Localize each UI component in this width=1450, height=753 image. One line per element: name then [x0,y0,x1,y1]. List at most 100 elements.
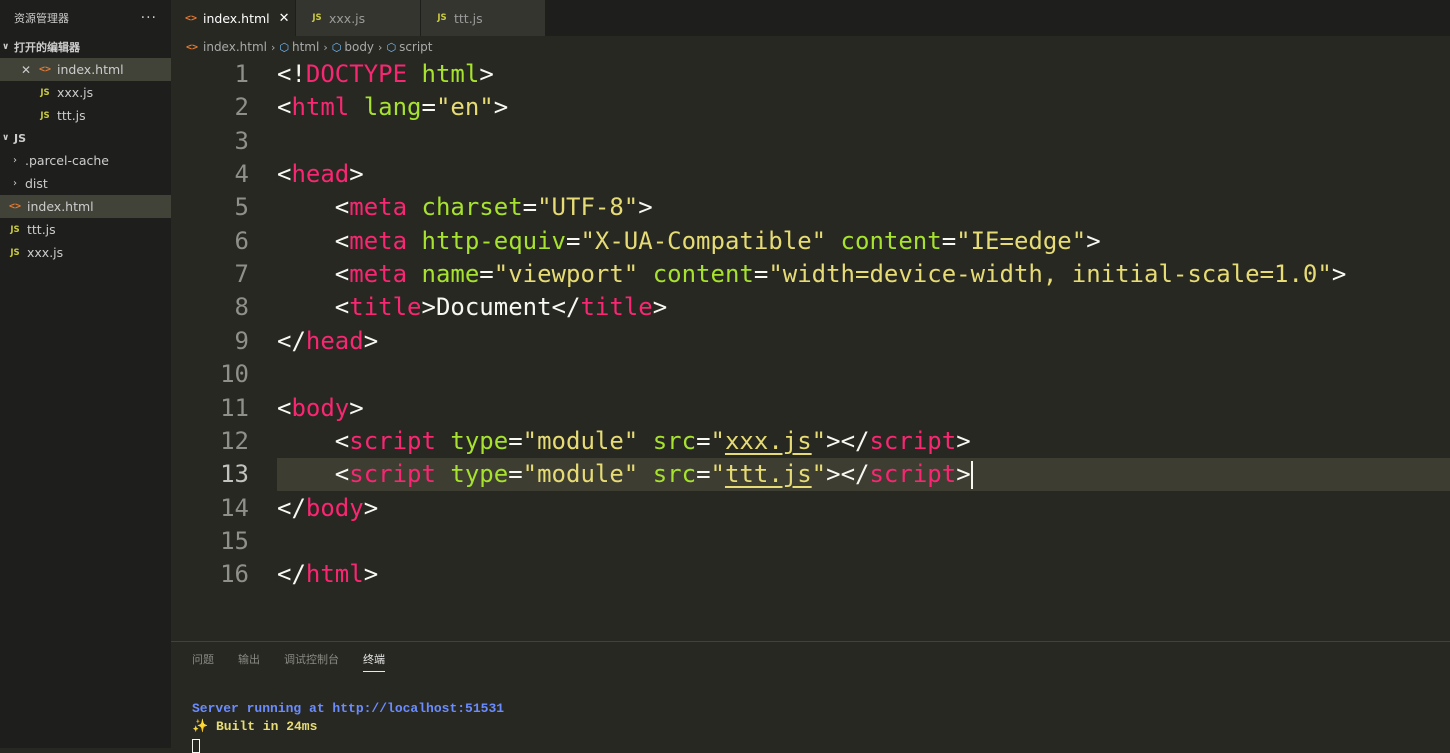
code-token: "UTF-8" [537,193,639,222]
chevron-right-icon: › [13,155,17,166]
code-text: </head> [277,325,378,358]
tab-debug-console[interactable]: 调试控制台 [284,651,339,671]
code-token: < [277,393,292,422]
tab-output[interactable]: 输出 [238,651,260,671]
code-token: body [291,393,350,422]
folder-section[interactable]: ∨ JS [0,127,171,149]
code-token: DOCTYPE [305,60,408,88]
element-icon: ⬡ [279,40,289,54]
code-token: = [753,260,769,289]
code-token: title [580,293,653,322]
code-line[interactable]: <meta name="viewport" content="width=dev… [171,258,1450,291]
code-token: title [349,293,422,322]
code-text: <meta name="viewport" content="width=dev… [277,258,1347,291]
code-token: charset [421,193,523,222]
tab-terminal[interactable]: 终端 [363,651,385,672]
tree-item-label: .parcel-cache [25,153,109,168]
code-token: Document [435,293,552,322]
code-line[interactable]: <script type="module" src="xxx.js"></scr… [171,425,1450,458]
close-icon[interactable]: ✕ [279,11,290,26]
code-text: <!DOCTYPE html> [277,58,494,91]
breadcrumb-item[interactable]: html [292,40,319,54]
code-line[interactable] [171,525,1450,558]
open-editor-label: index.html [57,62,124,77]
code-line[interactable]: </html> [171,558,1450,591]
tab-label: ttt.js [454,10,483,26]
code-token: > [956,426,971,455]
code-token: ></ [826,460,870,489]
code-line[interactable]: <!DOCTYPE html> [171,58,1450,91]
more-actions-icon[interactable]: ··· [141,10,157,26]
code-token: type [450,426,509,455]
breadcrumb-item[interactable]: index.html [203,40,267,54]
code-line[interactable]: <script type="module" src="ttt.js"></scr… [277,458,1450,492]
code-token: script [349,426,436,455]
code-token: src [652,460,697,489]
code-line[interactable]: </body> [171,492,1450,525]
tree-item-label: index.html [27,199,94,214]
code-line[interactable]: <title>Document</title> [171,291,1450,324]
code-line[interactable]: <meta charset="UTF-8"> [171,191,1450,224]
tab-problems[interactable]: 问题 [192,651,214,671]
code-line[interactable]: <body> [171,392,1450,425]
tree-item-parcel-cache[interactable]: › .parcel-cache [0,149,171,172]
code-token: " [811,426,827,455]
code-token: > [638,193,653,222]
tree-item-label: dist [25,176,48,191]
code-token: type [450,460,509,489]
code-line[interactable] [171,358,1450,391]
breadcrumb-item[interactable]: script [399,40,432,54]
code-text: <body> [277,392,364,425]
open-editor-item-xxx-js[interactable]: JS xxx.js [0,81,171,104]
open-editor-label: xxx.js [57,85,94,100]
code-token: <! [277,60,306,88]
editor-tab-bar: <> index.html ✕ JS xxx.js JS ttt.js [171,0,1450,36]
open-editors-section[interactable]: ∨ 打开的编辑器 [0,36,171,58]
terminal-output[interactable]: Server running at http://localhost:51531… [192,700,504,753]
code-token: ></ [826,426,870,455]
code-editor[interactable]: 1 <!DOCTYPE html> 2 <html lang="en"> 3 4 <head… [171,58,1450,641]
tab-xxx-js[interactable]: JS xxx.js [296,0,421,36]
element-icon: ⬡ [331,40,342,54]
code-token: </ [277,493,306,522]
tab-ttt-js[interactable]: JS ttt.js [421,0,546,36]
code-token: head [291,160,350,189]
code-line[interactable]: <meta http-equiv="X-UA-Compatible" conte… [171,225,1450,258]
close-icon[interactable]: ✕ [20,63,32,77]
tree-item-ttt-js[interactable]: JS ttt.js [0,218,171,241]
open-editor-item-index-html[interactable]: ✕ <> index.html [0,58,171,81]
open-editor-item-ttt-js[interactable]: JS ttt.js [0,104,171,127]
html-file-icon: <> [185,41,199,53]
code-token: = [696,426,711,455]
text-cursor [970,461,973,490]
tree-item-xxx-js[interactable]: JS xxx.js [0,241,171,264]
tree-item-index-html[interactable]: <> index.html [0,195,171,218]
code-text: <title>Document</title> [277,291,667,324]
code-token: "module" [522,426,639,455]
code-token: > [956,460,971,489]
code-text: <script type="module" src="ttt.js"></scr… [277,458,973,491]
code-token: > [363,326,379,355]
code-token: < [277,260,350,289]
code-line[interactable]: <html lang="en"> [171,91,1450,124]
code-token: meta [349,260,408,289]
tab-index-html[interactable]: <> index.html ✕ [171,0,296,36]
tree-item-dist[interactable]: › dist [0,172,171,195]
code-token: = [421,93,436,122]
breadcrumb-item[interactable]: body [344,40,374,54]
code-line[interactable] [171,125,1450,158]
code-token: http-equiv [421,226,567,255]
chevron-right-icon: › [13,178,17,189]
explorer-header: 资源管理器 ··· [0,0,171,36]
code-token: > [479,60,494,88]
code-token: script [349,460,436,489]
code-token: html [291,93,350,122]
code-token: < [277,226,350,255]
js-file-icon: JS [437,13,447,23]
code-line[interactable]: </head> [171,325,1450,358]
code-line[interactable]: <head> [171,158,1450,191]
